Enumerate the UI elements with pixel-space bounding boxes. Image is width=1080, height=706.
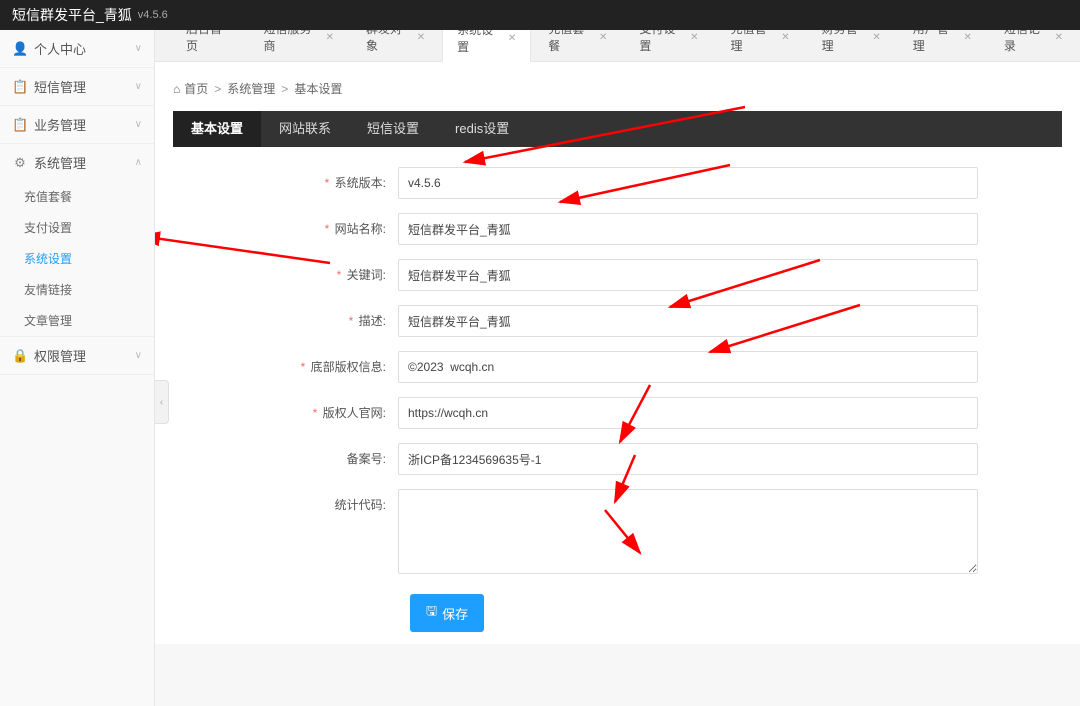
tab-label: 群发对象 — [366, 30, 411, 54]
form-input[interactable] — [398, 305, 978, 337]
tab[interactable]: 充值管理 ✕ — [715, 30, 804, 61]
menu-icon: 🔒 — [12, 348, 28, 364]
breadcrumb-part[interactable]: 系统管理 — [227, 80, 275, 97]
breadcrumb-part: 基本设置 — [294, 80, 342, 97]
form-input[interactable] — [398, 213, 978, 245]
tab[interactable]: 群发对象 ✕ — [351, 30, 440, 61]
form-label: 备案号: — [173, 443, 398, 467]
tab[interactable]: 充值套餐 ✕ — [533, 30, 622, 61]
save-icon: 🖫 — [426, 602, 437, 624]
menu-label: 短信管理 — [34, 77, 86, 96]
tab[interactable]: 后台首页 — [167, 30, 246, 61]
tab[interactable]: 支付设置 ✕ — [624, 30, 713, 61]
form-label: * 网站名称: — [173, 213, 398, 237]
menu-label: 系统管理 — [34, 153, 86, 172]
tab-label: 充值管理 — [730, 30, 775, 54]
menu-icon: 📋 — [12, 79, 28, 95]
sidebar-subitem[interactable]: 文章管理 — [0, 305, 154, 336]
app-version: v4.5.6 — [138, 0, 168, 30]
tab[interactable]: 用户管理 ✕ — [898, 30, 987, 61]
close-icon[interactable]: ✕ — [326, 32, 334, 43]
sidebar-subitem[interactable]: 支付设置 — [0, 212, 154, 243]
close-icon[interactable]: ✕ — [1055, 32, 1063, 43]
tab-label: 系统设置 — [457, 30, 502, 55]
chevron-icon: ∧ — [135, 157, 142, 168]
form-input[interactable] — [398, 351, 978, 383]
close-icon[interactable]: ✕ — [781, 32, 789, 43]
close-icon[interactable]: ✕ — [872, 32, 880, 43]
chevron-icon: ∨ — [135, 81, 142, 92]
sidebar-collapse-handle[interactable]: ‹ — [155, 380, 169, 424]
save-label: 保存 — [442, 604, 468, 623]
chevron-icon: ∨ — [135, 43, 142, 54]
close-icon[interactable]: ✕ — [508, 33, 516, 44]
breadcrumb: ⌂ 首页 > 系统管理 > 基本设置 — [173, 74, 1062, 111]
tab-label: 用户管理 — [913, 30, 958, 54]
tab[interactable]: 短信记录 ✕ — [989, 30, 1078, 61]
chevron-icon: ∨ — [135, 119, 142, 130]
form-label: * 关键词: — [173, 259, 398, 283]
menu-icon: 📋 — [12, 117, 28, 133]
settings-form: * 系统版本: * 网站名称: * 关键词: * 描述: * 底部版权信息: * 版权人官… — [173, 167, 1062, 574]
form-input[interactable] — [398, 489, 978, 574]
inner-tabs: 基本设置网站联系短信设置redis设置 — [173, 111, 1062, 147]
sidebar-item[interactable]: 📋 短信管理 ∨ — [0, 68, 154, 105]
sidebar-item[interactable]: 👤 个人中心 ∨ — [0, 30, 154, 67]
close-icon[interactable]: ✕ — [963, 32, 971, 43]
app-header: 短信群发平台_青狐 v4.5.6 — [0, 0, 1080, 30]
tab-label: 短信记录 — [1004, 30, 1049, 54]
tab[interactable]: 财务管理 ✕ — [807, 30, 896, 61]
form-input[interactable] — [398, 397, 978, 429]
form-label: * 底部版权信息: — [173, 351, 398, 375]
sidebar-item[interactable]: ⚙ 系统管理 ∧ — [0, 144, 154, 181]
sidebar-item[interactable]: 🔒 权限管理 ∨ — [0, 337, 154, 374]
home-icon: ⌂ — [173, 82, 180, 96]
save-button[interactable]: 🖫 保存 — [410, 594, 484, 632]
inner-tab[interactable]: 短信设置 — [349, 111, 437, 147]
menu-label: 权限管理 — [34, 346, 86, 365]
chevron-icon: ∨ — [135, 350, 142, 361]
close-icon[interactable]: ✕ — [417, 32, 425, 43]
inner-tab[interactable]: redis设置 — [437, 111, 527, 147]
inner-tab[interactable]: 网站联系 — [261, 111, 349, 147]
tab-label: 支付设置 — [639, 30, 684, 54]
sidebar-subitem[interactable]: 友情链接 — [0, 274, 154, 305]
close-icon[interactable]: ✕ — [599, 32, 607, 43]
form-input[interactable] — [398, 443, 978, 475]
close-icon[interactable]: ✕ — [690, 32, 698, 43]
menu-label: 个人中心 — [34, 39, 86, 58]
menu-icon: ⚙ — [12, 155, 28, 171]
breadcrumb-home[interactable]: 首页 — [184, 80, 208, 97]
tab-label: 后台首页 — [186, 30, 231, 54]
main-content: 后台首页 短信服务商 ✕ 群发对象 ✕ 系统设置 ✕ 充值套餐 ✕ 支付设置 ✕ 充值管理 ✕ 财务管理 ✕… — [155, 30, 1080, 706]
form-label: * 描述: — [173, 305, 398, 329]
menu-label: 业务管理 — [34, 115, 86, 134]
form-label: 统计代码: — [173, 489, 398, 513]
tab[interactable]: 短信服务商 ✕ — [248, 30, 349, 61]
form-label: * 版权人官网: — [173, 397, 398, 421]
sidebar: 👤 个人中心 ∨ 📋 短信管理 ∨ 📋 业务管理 ∨ ⚙ 系统管理 ∧ 充值套餐支付设置系统设置友情链接… — [0, 30, 155, 706]
sidebar-subitem[interactable]: 系统设置 — [0, 243, 154, 274]
sidebar-item[interactable]: 📋 业务管理 ∨ — [0, 106, 154, 143]
sidebar-subitem[interactable]: 充值套餐 — [0, 181, 154, 212]
tabs-bar: 后台首页 短信服务商 ✕ 群发对象 ✕ 系统设置 ✕ 充值套餐 ✕ 支付设置 ✕ 充值管理 ✕ 财务管理 ✕… — [155, 30, 1080, 62]
form-label: * 系统版本: — [173, 167, 398, 191]
inner-tab[interactable]: 基本设置 — [173, 111, 261, 147]
app-title: 短信群发平台_青狐 — [12, 0, 132, 30]
form-input[interactable] — [398, 259, 978, 291]
tab-label: 充值套餐 — [548, 30, 593, 54]
tab-label: 财务管理 — [822, 30, 867, 54]
form-input[interactable] — [398, 167, 978, 199]
tab-label: 短信服务商 — [263, 30, 319, 54]
menu-icon: 👤 — [12, 41, 28, 57]
tab[interactable]: 系统设置 ✕ — [442, 30, 531, 62]
